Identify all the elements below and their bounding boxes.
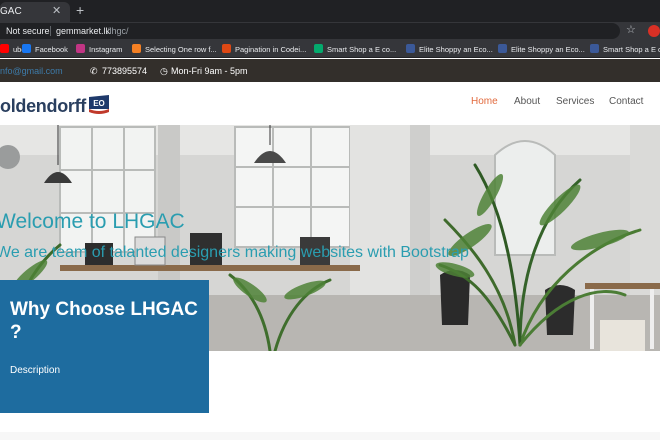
business-hours: Mon-Fri 9am - 5pm — [171, 66, 248, 76]
address-bar-divider — [50, 26, 51, 36]
why-choose-description: Description — [10, 365, 61, 376]
stackoverflow-icon — [132, 44, 141, 53]
bookmark-label: Smart Shop a E co... — [327, 45, 397, 54]
bookmark-item[interactable]: Elite Shoppy an Eco... — [498, 44, 585, 56]
tab-strip — [0, 0, 660, 22]
instagram-icon — [76, 44, 85, 53]
nav-contact-link[interactable]: Contact — [609, 96, 643, 108]
facebook-icon — [22, 44, 31, 53]
hero-title: Welcome to LHGAC — [0, 210, 185, 233]
w3layouts-icon — [590, 44, 599, 53]
tab-title: GAC — [0, 6, 22, 17]
logo-badge-icon[interactable]: EO — [88, 95, 110, 115]
bookmark-label: Elite Shoppy an Eco... — [511, 45, 585, 54]
bookmark-label: Instagram — [89, 45, 123, 54]
bookmark-label: Elite Shoppy an Eco... — [419, 45, 493, 54]
close-tab-icon[interactable]: ✕ — [52, 4, 61, 17]
bookmark-item[interactable]: Elite Shoppy an Eco... — [406, 44, 493, 56]
site-logo-text[interactable]: oldendorff — [0, 96, 86, 116]
bookmark-label: Smart Shop a E co... — [603, 45, 660, 54]
bookmark-label: Facebook — [35, 45, 68, 54]
contact-email[interactable]: nfo@gmail.com — [0, 66, 63, 77]
bookmark-item[interactable]: Smart Shop a E co... — [590, 44, 660, 56]
bookmark-item[interactable]: Smart Shop a E co... — [314, 44, 396, 56]
bookmark-star-icon[interactable]: ☆ — [626, 23, 636, 36]
w3schools-icon — [314, 44, 323, 53]
nav-services-link[interactable]: Services — [556, 96, 594, 108]
codeigniter-icon — [222, 44, 231, 53]
logo-badge-text: EO — [93, 99, 105, 108]
browser-tab[interactable]: GAC ✕ — [0, 2, 70, 22]
why-choose-title: Why Choose LHGAC ? — [10, 299, 198, 343]
phone-icon: ✆ — [90, 66, 98, 76]
bookmark-item[interactable]: Facebook — [22, 44, 68, 56]
w3layouts-icon — [498, 44, 507, 53]
hero-subtitle: We are team of talanted designers making… — [0, 244, 469, 261]
new-tab-button[interactable]: + — [76, 2, 84, 18]
bookmark-label: Selecting One row f... — [145, 45, 217, 54]
youtube-icon — [0, 44, 9, 53]
page-bottom-strip — [0, 432, 660, 440]
extension-icon[interactable] — [648, 25, 660, 37]
bookmark-item[interactable]: Instagram — [76, 44, 122, 56]
nav-about-link[interactable]: About — [514, 96, 540, 108]
bookmark-label: Pagination in Codei... — [235, 45, 307, 54]
bookmark-item[interactable]: Pagination in Codei... — [222, 44, 306, 56]
clock-icon: ◷ — [160, 66, 168, 76]
w3layouts-icon — [406, 44, 415, 53]
contact-bar — [0, 59, 660, 82]
url-path[interactable]: /lhgc/ — [107, 24, 129, 38]
security-indicator[interactable]: Not secure — [6, 24, 50, 38]
url-domain[interactable]: gemmarket.lk — [56, 24, 110, 38]
contact-phone: 773895574 — [102, 66, 148, 76]
bookmark-item[interactable]: Selecting One row f... — [132, 44, 217, 56]
nav-home-link[interactable]: Home — [471, 96, 498, 108]
